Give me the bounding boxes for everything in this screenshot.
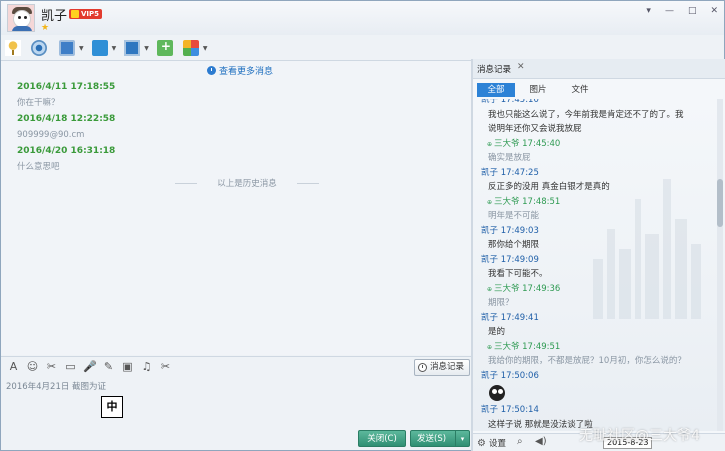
history-message-header: 三大爷 17:49:36: [481, 282, 713, 297]
history-message-text: 是的: [488, 327, 506, 337]
history-list[interactable]: 凯子 17:45:10 我也只能这么说了，今年前我是肯定还不了的了。我 说明年还你又…: [473, 99, 725, 431]
create-group-icon[interactable]: [156, 39, 173, 56]
history-tab-bar: 消息记录 ✕: [473, 59, 725, 79]
history-message-header: 凯子 17:45:10: [481, 99, 539, 105]
send-options-dropdown-icon[interactable]: ▾: [455, 431, 469, 446]
remote-desktop-dropdown-icon[interactable]: ▼: [144, 45, 149, 52]
voice-call-icon[interactable]: [5, 40, 21, 56]
history-message-text: 我看下可能不。: [488, 269, 548, 279]
message-text: 你在干嘛？: [17, 98, 60, 108]
message-text[interactable]: 909999@90.cm: [17, 127, 115, 143]
filter-files[interactable]: 文件: [561, 83, 599, 97]
ime-indicator[interactable]: 中: [101, 396, 123, 418]
history-filters: 全部 图片 文件: [477, 83, 599, 97]
image-icon[interactable]: ▣: [121, 360, 134, 373]
nudge-icon[interactable]: ✂: [45, 360, 58, 373]
font-icon[interactable]: A: [7, 360, 20, 373]
chat-window: 凯子 VIP5 ★ ▾ — □ ✕ ▼ ▼ ▼ ▼ 查看更多消息 2016/4/…: [0, 0, 725, 451]
scrollbar-thumb[interactable]: [717, 179, 723, 227]
search-icon[interactable]: ⌕: [517, 436, 523, 447]
chat-messages-area[interactable]: 查看更多消息 2016/4/11 17:18:55 你在干嘛？ 2016/4/1…: [1, 61, 471, 355]
history-message-header: 凯子 17:49:03: [481, 225, 539, 236]
message-text: 什么意思吧: [17, 162, 60, 172]
screenshot-icon[interactable]: ✂: [159, 360, 172, 373]
remote-desktop-icon[interactable]: [124, 40, 141, 56]
close-window-button[interactable]: ✕: [710, 6, 718, 16]
history-message-text: 说明年还你又会说我放屁: [488, 124, 582, 134]
message-input[interactable]: 2016年4月21日 截图为证 中: [1, 378, 471, 428]
view-more-messages-link[interactable]: 查看更多消息: [207, 64, 273, 77]
history-message-text: 我也只能这么说了，今年前我是肯定还不了的了。我: [488, 109, 684, 120]
screen-share-dropdown-icon[interactable]: ▼: [79, 45, 84, 52]
level-star-icon[interactable]: ★: [41, 23, 49, 33]
input-text: 2016年4月21日 截图为证: [6, 382, 107, 392]
screen-share-icon[interactable]: [59, 40, 75, 56]
video-call-icon[interactable]: [31, 40, 47, 56]
clock-icon: [418, 363, 427, 372]
history-message-header: 凯子 17:50:14: [481, 405, 539, 415]
history-message-text: 明年是不可能: [488, 211, 540, 221]
history-scrollbar[interactable]: [717, 99, 723, 431]
minimize-button[interactable]: —: [665, 6, 674, 16]
send-button[interactable]: 发送(S) ▾: [410, 430, 470, 447]
avatar[interactable]: [7, 4, 35, 32]
history-message-header: 凯子 17:49:09: [481, 254, 539, 265]
voice-message-icon[interactable]: 🎤: [83, 360, 97, 373]
tab-message-history[interactable]: 消息记录: [477, 63, 511, 75]
watermark: 无耻社区@三大爷4: [579, 428, 700, 444]
contact-name[interactable]: 凯子: [41, 5, 67, 24]
maximize-button[interactable]: □: [688, 6, 697, 16]
menu-dropdown-button[interactable]: ▾: [646, 6, 651, 16]
apps-dropdown-icon[interactable]: ▼: [203, 45, 208, 52]
owl-emoji-icon: [489, 385, 505, 401]
music-icon[interactable]: ♫: [140, 360, 153, 373]
history-message-header: 凯子 17:47:25: [481, 167, 539, 178]
clock-icon: [207, 66, 216, 75]
message-time: 2016/4/20 16:31:18: [17, 146, 116, 156]
title-bar: 凯子 VIP5 ★ ▾ — □ ✕: [1, 1, 724, 35]
history-message-text: 反正多的没用 真金白银才是真的: [488, 182, 610, 192]
filter-all[interactable]: 全部: [477, 83, 515, 97]
message-history-button[interactable]: 消息记录: [414, 359, 470, 376]
apps-icon[interactable]: [182, 40, 199, 56]
history-message-text: 期限？: [488, 298, 514, 308]
message-time: 2016/4/11 17:18:55: [17, 82, 116, 92]
history-panel: 消息记录 ✕ 全部 图片 文件 凯子 17:45:10 我也只能这么说了，今年前我…: [473, 59, 725, 451]
gear-icon: ⚙: [477, 437, 486, 449]
close-button[interactable]: 关闭(C): [358, 430, 406, 447]
video-message-icon[interactable]: ▭: [64, 360, 77, 373]
input-toolbar: A ☺ ✂ ▭ 🎤 ✎ ▣ ♫ ✂ 消息记录: [1, 356, 471, 378]
file-transfer-icon[interactable]: [91, 40, 108, 56]
main-toolbar: ▼ ▼ ▼ ▼: [5, 39, 212, 57]
history-message-header: 三大爷 17:49:51: [481, 340, 713, 355]
history-message-header: 凯子 17:49:41: [481, 312, 539, 323]
filter-images[interactable]: 图片: [519, 83, 557, 97]
emoji-icon[interactable]: ☺: [26, 360, 39, 373]
history-message-text: 确实是放屁: [488, 153, 531, 163]
history-message-header: 三大爷 17:48:51: [481, 195, 713, 210]
history-message-text: 那你给个期限: [488, 240, 540, 250]
settings-button[interactable]: ⚙ 设置: [477, 437, 506, 450]
vip-badge[interactable]: VIP5: [69, 9, 103, 19]
file-transfer-dropdown-icon[interactable]: ▼: [112, 45, 117, 52]
message-time: 2016/4/18 12:22:58: [17, 114, 116, 124]
history-message-text: 我给你的期限，不都是放屁？10月初，你怎么说的？: [488, 356, 686, 366]
history-message-header: 凯子 17:50:06: [481, 370, 539, 381]
volume-icon[interactable]: ◀): [535, 436, 547, 447]
doodle-icon[interactable]: ✎: [102, 360, 115, 373]
history-divider: 以上是历史消息: [175, 177, 319, 189]
close-icon[interactable]: ✕: [517, 62, 525, 72]
history-message-header: 三大爷 17:45:40: [481, 137, 713, 152]
